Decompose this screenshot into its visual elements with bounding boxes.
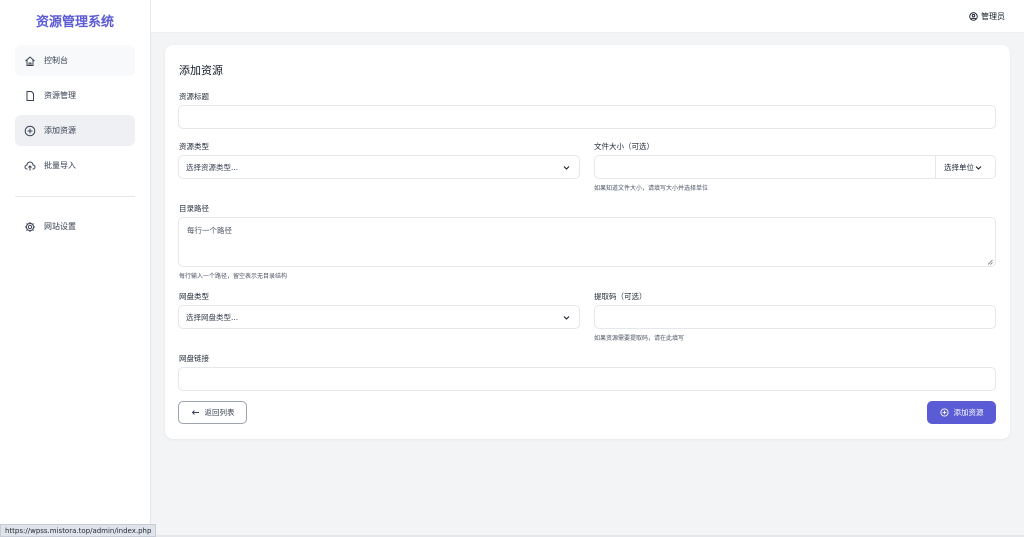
sidebar-item-label: 资源管理 [44, 91, 76, 100]
type-select[interactable]: 选择资源类型... [178, 155, 580, 179]
disk-type-select[interactable]: 选择网盘类型... [178, 305, 580, 329]
back-button-label: 返回列表 [204, 408, 235, 417]
topbar: 管理员 [151, 0, 1024, 33]
add-resource-card: 添加资源 资源标题 资源类型 选择资源类型... 文件大小（可选） 选择单位 如… [165, 45, 1010, 439]
submit-add-resource-button[interactable]: 添加资源 [927, 401, 996, 424]
status-bar-url: https://wpss.mistora.top/admin/index.php [0, 524, 157, 537]
type-label: 资源类型 [179, 142, 209, 151]
user-circle-icon [969, 11, 978, 21]
sidebar-item-bulk-import[interactable]: 批量导入 [15, 150, 135, 181]
path-textarea[interactable]: 每行一个路径 [178, 217, 996, 267]
plus-circle-icon [24, 125, 36, 137]
code-input[interactable] [594, 305, 996, 329]
arrow-left-icon [191, 408, 200, 417]
sidebar: 资源管理系统 控制台 资源管理 添加资源 批量导入 网站设置 [0, 0, 151, 537]
disk-type-value: 选择网盘类型... [186, 312, 239, 322]
user-menu[interactable]: 管理员 [981, 11, 1005, 22]
size-unit-select[interactable]: 选择单位 [935, 155, 996, 179]
brand-title: 资源管理系统 [35, 14, 114, 30]
link-label: 网盘链接 [179, 354, 209, 363]
back-to-list-button[interactable]: 返回列表 [178, 401, 247, 424]
sidebar-item-add-resource[interactable]: 添加资源 [15, 115, 135, 146]
sidebar-divider [15, 196, 135, 197]
path-label: 目录路径 [179, 204, 209, 213]
home-icon [24, 55, 36, 67]
page-title: 添加资源 [179, 64, 223, 77]
chevron-down-icon [562, 313, 571, 322]
code-label: 提取码（可选） [594, 292, 647, 301]
title-label: 资源标题 [179, 92, 209, 101]
gear-icon [24, 221, 36, 233]
chevron-down-icon [974, 163, 983, 172]
sidebar-item-label: 批量导入 [44, 161, 76, 170]
sidebar-item-label: 网站设置 [44, 222, 76, 231]
sidebar-nav: 控制台 资源管理 添加资源 批量导入 网站设置 [0, 40, 150, 242]
submit-button-label: 添加资源 [953, 408, 984, 417]
size-unit-value: 选择单位 [944, 162, 974, 172]
size-label: 文件大小（可选） [594, 142, 654, 151]
sidebar-item-site-settings[interactable]: 网站设置 [15, 211, 135, 242]
disk-type-label: 网盘类型 [179, 292, 209, 301]
link-input[interactable] [178, 367, 996, 391]
sidebar-item-label: 添加资源 [44, 126, 76, 135]
sidebar-item-resources[interactable]: 资源管理 [15, 80, 135, 111]
path-hint: 每行输入一个路径，留空表示无目录结构 [179, 273, 288, 280]
resize-handle-icon[interactable] [987, 258, 993, 265]
path-placeholder: 每行一个路径 [187, 226, 232, 235]
chevron-down-icon [562, 163, 571, 172]
plus-circle-icon [939, 408, 949, 417]
type-select-value: 选择资源类型... [186, 162, 239, 172]
size-hint: 如果知道文件大小，请填写大小并选择单位 [594, 185, 709, 192]
file-icon [24, 90, 36, 102]
sidebar-item-label: 控制台 [44, 56, 68, 65]
sidebar-item-dashboard[interactable]: 控制台 [15, 45, 135, 76]
cloud-upload-icon [24, 160, 36, 172]
title-input[interactable] [178, 105, 996, 129]
code-hint: 如果资源需要提取码，请在此填写 [594, 335, 685, 342]
size-input[interactable] [594, 155, 936, 179]
